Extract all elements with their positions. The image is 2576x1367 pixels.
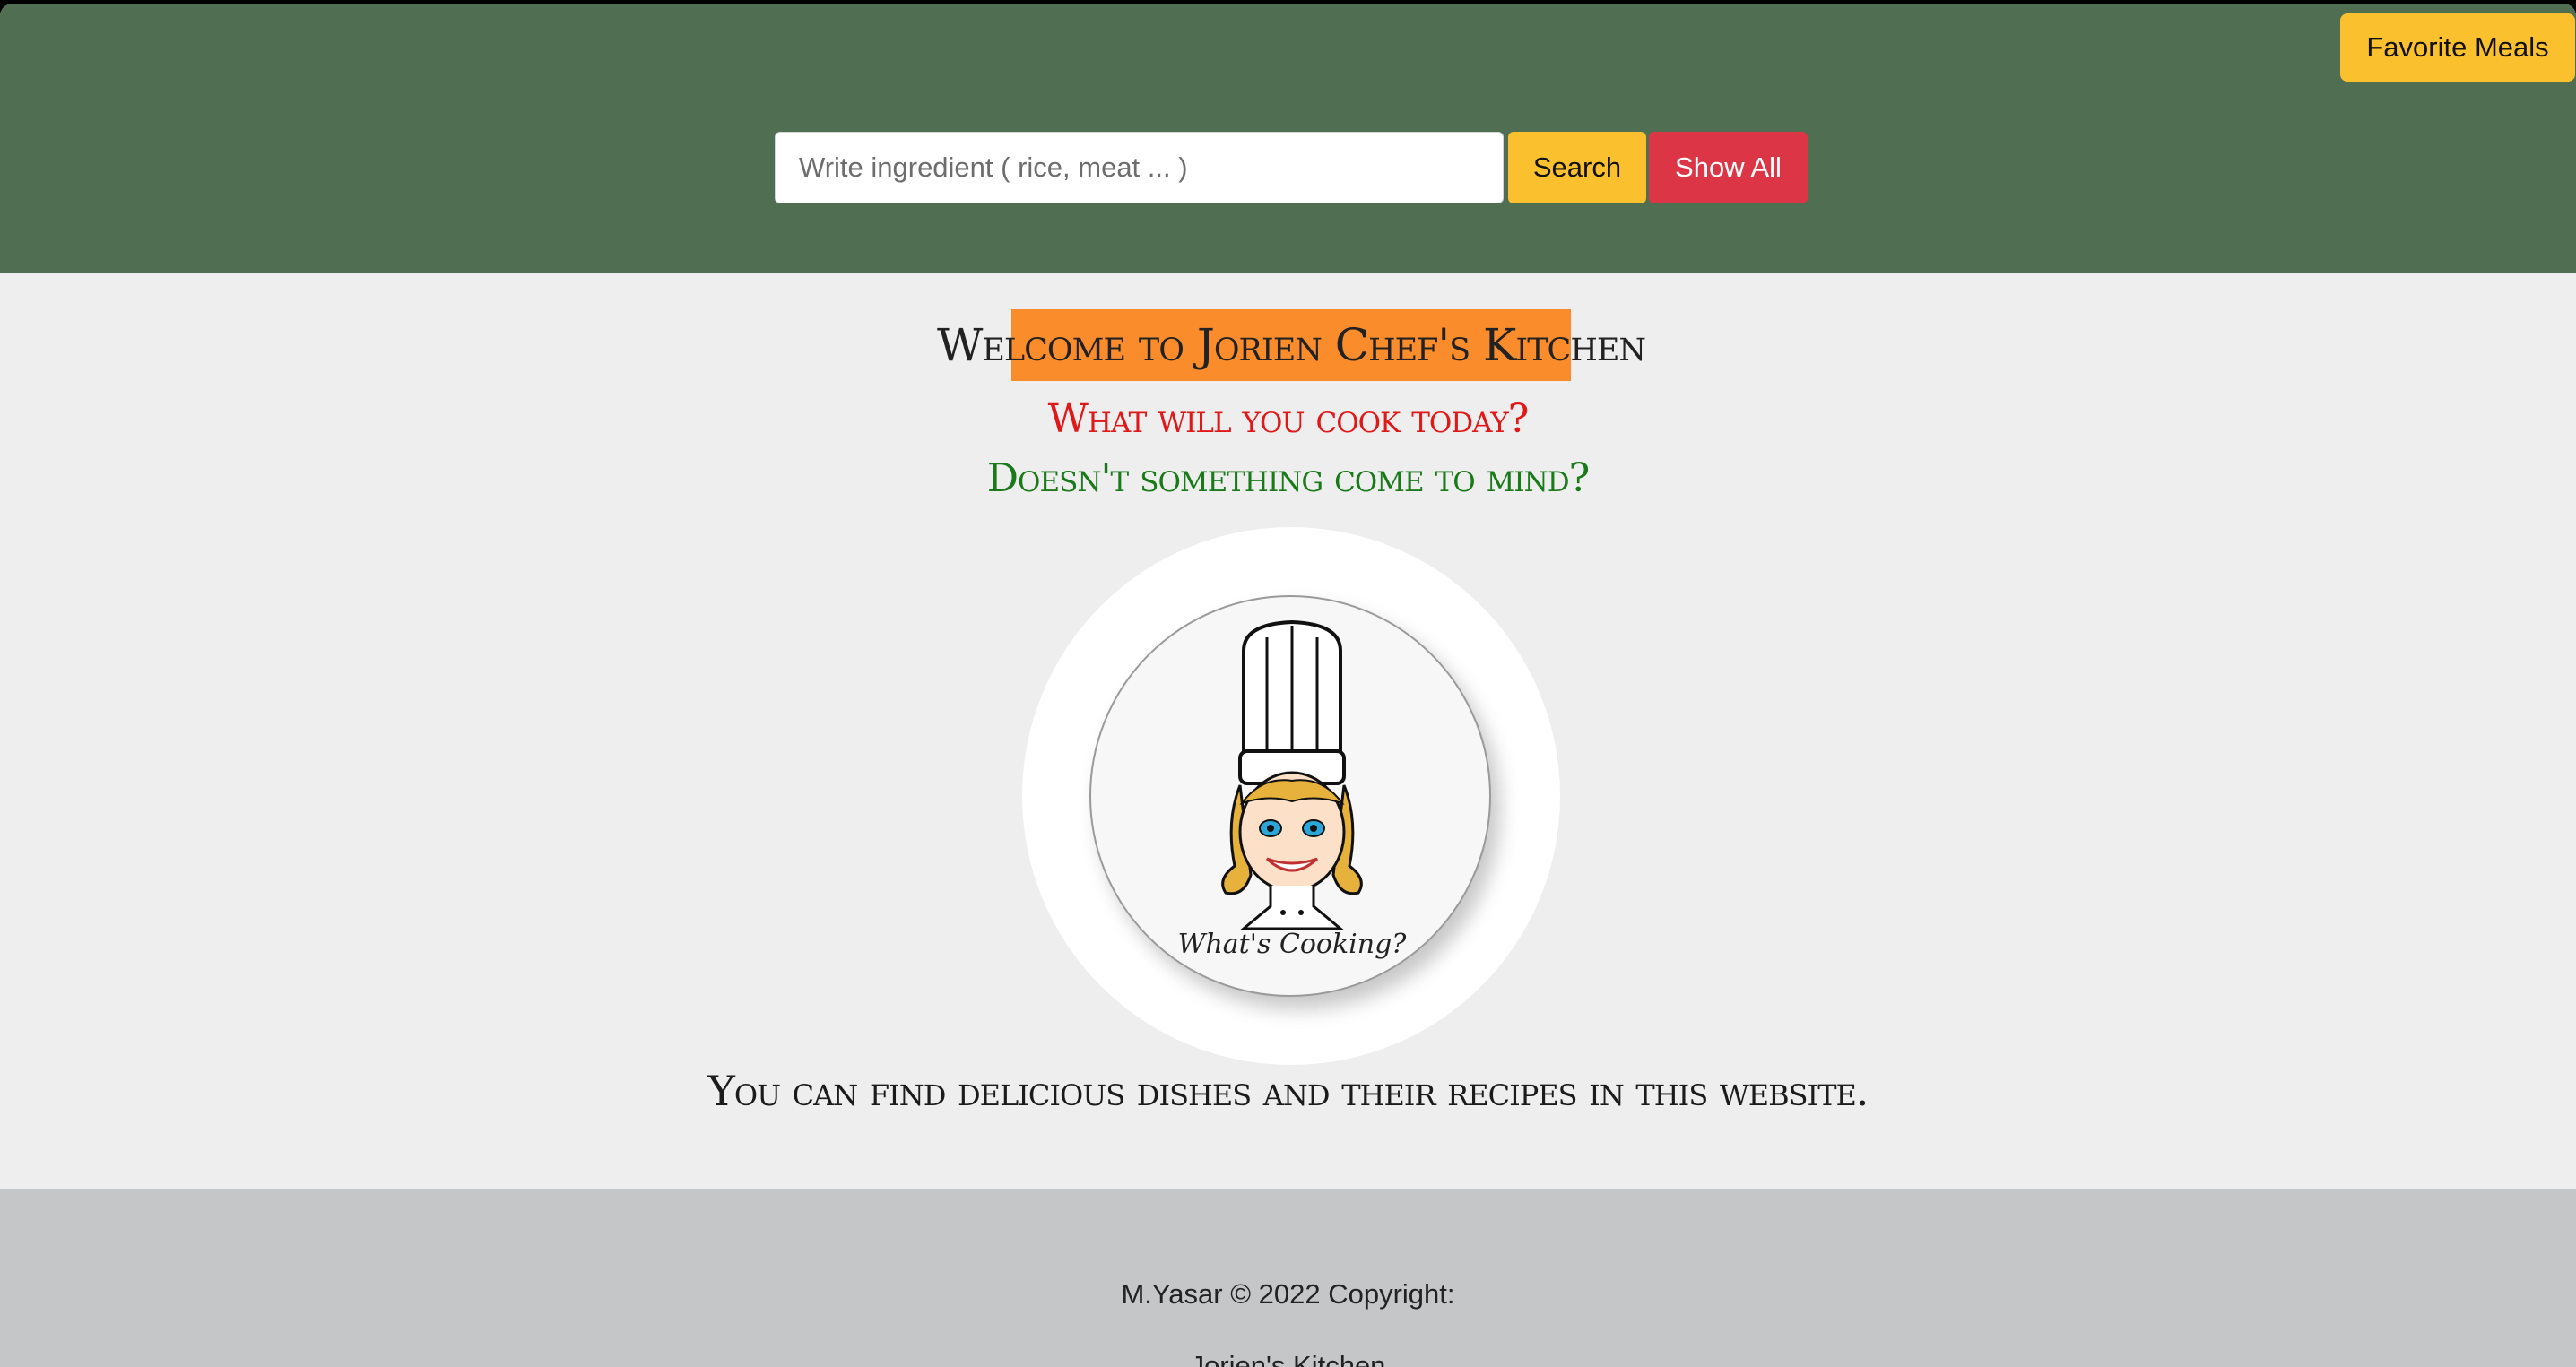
header: Favorite Meals Search Show All [0,4,2576,273]
copyright-text: M.Yasar © 2022 Copyright: [1121,1278,1455,1310]
footer: M.Yasar © 2022 Copyright: Jorien's Kitch… [0,1189,2576,1367]
welcome-title: Welcome to Jorien Chef's Kitchen [937,309,1646,381]
search-button[interactable]: Search [1508,132,1646,203]
logo-caption: What's Cooking? [1177,929,1407,960]
favorite-meals-button[interactable]: Favorite Meals [2340,13,2575,82]
site-tagline: You can find delicious dishes and their … [707,1067,1869,1115]
footer-site-link[interactable]: Jorien's Kitchen [0,1350,2576,1367]
chef-logo: What's Cooking? [1089,595,1491,997]
show-all-button[interactable]: Show All [1649,132,1808,203]
page: Favorite Meals Search Show All Welcome t… [0,4,2576,1367]
ingredient-search-input[interactable] [775,132,1504,203]
question-come-to-mind: Doesn't something come to mind? [986,455,1590,501]
question-cook-today: What will you cook today? [1047,396,1530,442]
